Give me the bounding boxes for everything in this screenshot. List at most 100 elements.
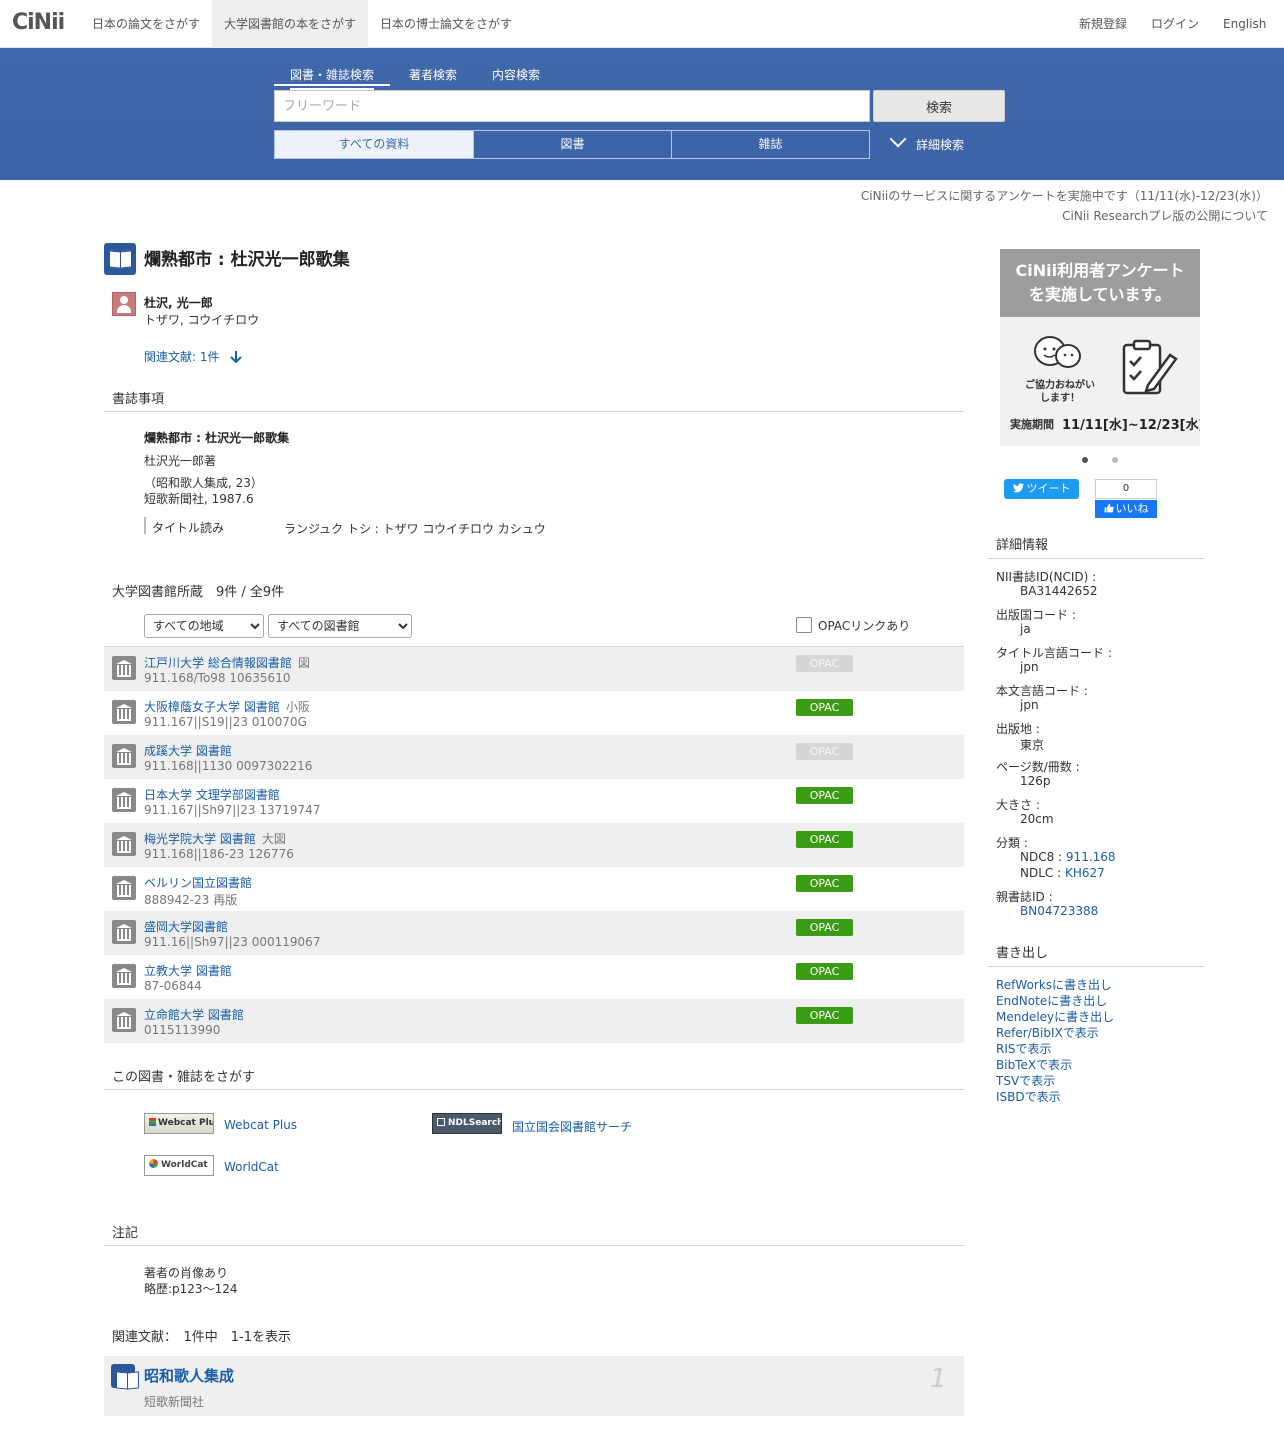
opac-button[interactable]: OPAC (796, 699, 853, 716)
opac-button[interactable]: OPAC (796, 963, 853, 980)
nav-dissertations[interactable]: 日本の博士論文をさがす (368, 0, 524, 48)
carousel-dot[interactable] (1112, 457, 1118, 463)
register-link[interactable]: 新規登録 (1079, 0, 1127, 48)
region-select[interactable]: すべての地域 (144, 614, 264, 638)
export-refer-link[interactable]: Refer/BibIXで表示 (996, 1024, 1099, 1041)
opac-button[interactable]: OPAC (796, 1007, 853, 1024)
related-works-link[interactable]: 関連文献: 1件 (144, 348, 243, 365)
library-link[interactable]: 盛岡大学図書館 (144, 920, 228, 934)
parent-label: 親書誌ID : (996, 890, 1053, 904)
survey-notice-link[interactable]: CiNiiのサービスに関するアンケートを実施中です（11/11(水)-12/23… (861, 187, 1268, 204)
tab-books[interactable]: 図書 (473, 130, 672, 159)
export-endnote-link[interactable]: EndNoteに書き出し (996, 992, 1107, 1009)
library-link[interactable]: 梅光学院大学 図書館 (144, 832, 256, 846)
worldcat-logo[interactable]: WorldCat (144, 1155, 214, 1176)
opac-only-label: OPACリンクあり (818, 619, 911, 633)
search-button[interactable]: 検索 (873, 90, 1005, 122)
survey-banner[interactable]: CiNii利用者アンケート を実施しています。 ご協力おねがい します！ 実施期… (1000, 249, 1200, 446)
banner-header: CiNii利用者アンケート を実施しています。 (1000, 249, 1200, 317)
tab-author-search[interactable]: 著者検索 (409, 66, 457, 83)
worldcat-link[interactable]: WorldCat (224, 1160, 279, 1174)
export-ris-link[interactable]: RISで表示 (996, 1040, 1052, 1057)
library-link[interactable]: 江戸川大学 総合情報図書館 (144, 656, 292, 670)
library-link[interactable]: 成蹊大学 図書館 (144, 744, 232, 758)
library-link[interactable]: ベルリン国立図書館 (144, 876, 252, 890)
export-mendeley-link[interactable]: Mendeleyに書き出し (996, 1008, 1114, 1025)
opac-button[interactable]: OPAC (796, 919, 853, 936)
pages-label: ページ数/冊数 : (996, 760, 1080, 774)
webcat-plus-logo[interactable]: Webcat Plus (144, 1113, 214, 1134)
banner-line1: CiNii利用者アンケート (1015, 261, 1185, 280)
opac-button[interactable]: OPAC (796, 875, 853, 892)
opac-button[interactable]: OPAC (796, 831, 853, 848)
call-number: 888942-23 再版 (144, 893, 238, 907)
tab-book-search[interactable]: 図書・雑誌検索 (290, 66, 375, 90)
call-number: 87-06844 (144, 979, 202, 993)
author-icon (112, 292, 136, 316)
call-number: 911.168||186-23 126776 (144, 847, 294, 861)
nav-articles[interactable]: 日本の論文をさがす (80, 0, 212, 48)
webcat-plus-link[interactable]: Webcat Plus (224, 1118, 297, 1132)
library-name-row: 成蹊大学 図書館 (144, 742, 232, 759)
export-bibtex-link[interactable]: BibTeXで表示 (996, 1056, 1072, 1073)
ndc8-link[interactable]: 911.168 (1066, 850, 1116, 864)
tab-journals[interactable]: 雑誌 (671, 130, 870, 159)
research-notice-link[interactable]: CiNii Researchプレ版の公開について (1062, 207, 1268, 224)
divider (988, 966, 1204, 967)
holding-row: 江戸川大学 総合情報図書館図 911.168/To98 10635610 OPAC (104, 647, 964, 691)
library-select[interactable]: すべての図書館 (268, 614, 412, 638)
size-value: 20cm (1020, 812, 1054, 826)
twitter-bird-icon (1012, 483, 1024, 493)
place-value: 東京 (1020, 738, 1045, 752)
chat-bubbles-icon (1034, 336, 1081, 368)
english-link[interactable]: English (1223, 0, 1266, 48)
ndc8-label: NDC8 : (1020, 850, 1063, 864)
active-tab-underline (274, 84, 390, 86)
author-name[interactable]: 杜沢, 光一郎 (144, 294, 213, 311)
export-tsv-link[interactable]: TSVで表示 (996, 1072, 1055, 1089)
ndlc-label: NDLC : (1020, 866, 1062, 880)
library-name-row: ベルリン国立図書館 (144, 874, 252, 891)
ndlc-link[interactable]: KH627 (1065, 866, 1105, 880)
library-icon (112, 700, 136, 724)
opac-only-checkbox[interactable] (796, 617, 812, 633)
library-name-row: 江戸川大学 総合情報図書館図 (144, 654, 310, 671)
library-link[interactable]: 大阪樟蔭女子大学 図書館 (144, 700, 280, 714)
library-name-row: 立命館大学 図書館 (144, 1006, 244, 1023)
title-reading-label: タイトル読み (152, 521, 225, 535)
like-button[interactable]: いいね (1095, 500, 1157, 518)
library-icon (112, 1008, 136, 1032)
carousel-dot-active[interactable] (1082, 457, 1088, 463)
country-value: ja (1020, 622, 1031, 636)
cinii-logo[interactable]: CiNii (12, 10, 65, 35)
export-isbd-link[interactable]: ISBDで表示 (996, 1088, 1061, 1105)
search-input[interactable] (274, 90, 870, 122)
clipboard-icon (1122, 339, 1178, 395)
advanced-search-toggle[interactable]: 詳細検索 (889, 130, 964, 153)
tab-content-search[interactable]: 内容検索 (492, 66, 540, 83)
ndl-search-logo[interactable]: NDLSearch (432, 1113, 502, 1134)
tweet-button[interactable]: ツイート (1004, 479, 1079, 499)
ndl-logo-icon (437, 1118, 445, 1126)
ndl-search-link[interactable]: 国立国会図書館サーチ (512, 1118, 632, 1135)
login-link[interactable]: ログイン (1151, 0, 1199, 48)
export-refworks-link[interactable]: RefWorksに書き出し (996, 976, 1112, 993)
webcat-logo-text: Webcat Plus (158, 1118, 213, 1128)
nav-books[interactable]: 大学図書館の本をさがす (212, 0, 369, 48)
banner-period: 11/11[水]~12/23[水] (1062, 418, 1200, 433)
note-line: 略歴:p123〜124 (144, 1282, 238, 1296)
library-link[interactable]: 立命館大学 図書館 (144, 1008, 244, 1022)
tab-all-materials[interactable]: すべての資料 (274, 130, 474, 159)
library-link[interactable]: 立教大学 図書館 (144, 964, 232, 978)
library-name-row: 日本大学 文理学部図書館 (144, 786, 280, 803)
parent-link[interactable]: BN04723388 (1020, 904, 1098, 918)
opac-button[interactable]: OPAC (796, 787, 853, 804)
related-heading: 関連文献： 1件中 1-1を表示 (112, 1330, 292, 1345)
library-name-row: 梅光学院大学 図書館 大図 (144, 830, 286, 847)
library-link[interactable]: 日本大学 文理学部図書館 (144, 788, 280, 802)
search-panel: 図書・雑誌検索 著者検索 内容検索 検索 すべての資料 図書 雑誌 詳細検索 (0, 48, 1284, 180)
related-title-link[interactable]: 昭和歌人集成 (144, 1365, 234, 1386)
worldcat-logo-icon (149, 1159, 158, 1168)
holdings-heading: 大学図書館所蔵 9件 / 全9件 (112, 585, 285, 600)
holding-row: 立教大学 図書館 87-06844 OPAC (104, 955, 964, 999)
